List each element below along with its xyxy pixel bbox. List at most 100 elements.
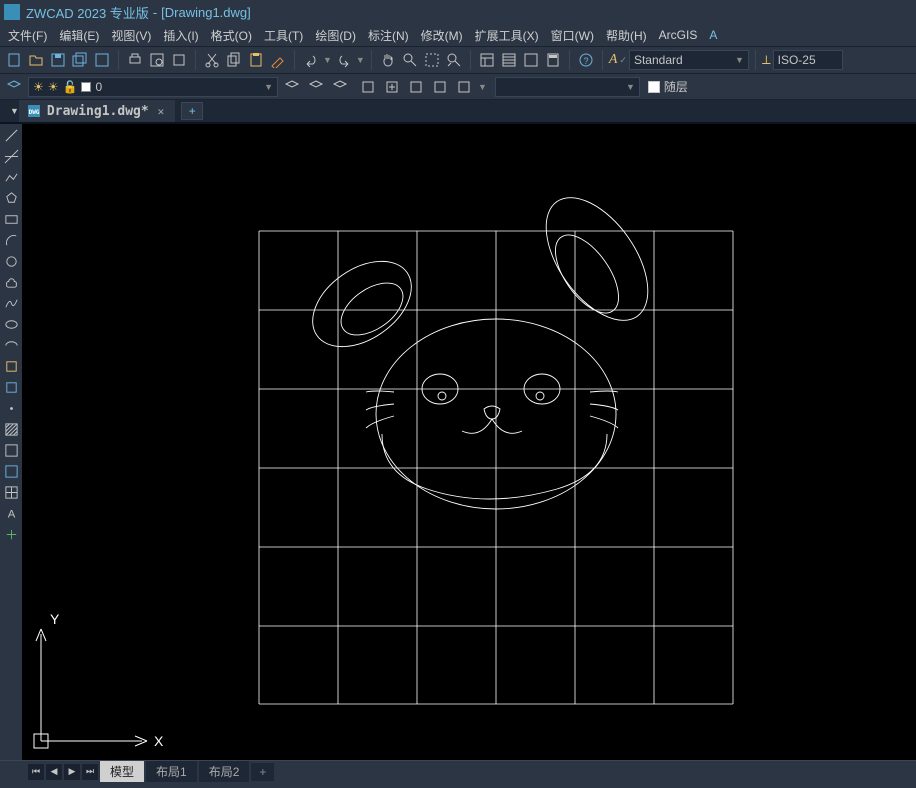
tool-palette-icon[interactable] xyxy=(521,50,541,70)
design-center-icon[interactable] xyxy=(499,50,519,70)
make-block-icon[interactable] xyxy=(2,378,20,396)
menu-tools[interactable]: 工具(T) xyxy=(258,24,309,47)
pline-icon[interactable] xyxy=(2,168,20,186)
region-icon[interactable] xyxy=(2,462,20,480)
spline-icon[interactable] xyxy=(2,294,20,312)
menu-insert[interactable]: 插入(I) xyxy=(157,24,204,47)
arc-icon[interactable] xyxy=(2,231,20,249)
new-icon[interactable] xyxy=(4,50,24,70)
polygon-icon[interactable] xyxy=(2,189,20,207)
line-icon[interactable] xyxy=(2,126,20,144)
menu-ext[interactable]: 扩展工具(X) xyxy=(469,24,545,47)
menu-modify[interactable]: 修改(M) xyxy=(415,24,469,47)
zoom-prev-icon[interactable] xyxy=(444,50,464,70)
save-icon[interactable] xyxy=(48,50,68,70)
print-preview-icon[interactable] xyxy=(147,50,167,70)
pan-icon[interactable] xyxy=(378,50,398,70)
color-select[interactable]: ▼ xyxy=(495,77,640,97)
main-area: A xyxy=(0,124,916,760)
title-bar: ZWCAD 2023 专业版 - [Drawing1.dwg] xyxy=(0,0,916,24)
layout-tab-2[interactable]: 布局2 xyxy=(199,761,250,782)
doc-tab-name: Drawing1.dwg* xyxy=(47,104,149,119)
block-insert-icon[interactable] xyxy=(358,77,378,97)
insert-block-icon[interactable] xyxy=(2,357,20,375)
dim-style-select[interactable]: ISO-25 xyxy=(773,50,843,70)
svg-text:DWG: DWG xyxy=(29,109,40,116)
draw-toolbar: A xyxy=(0,124,22,760)
menu-window[interactable]: 窗口(W) xyxy=(545,24,600,47)
layer-prev-icon[interactable] xyxy=(282,77,302,97)
menu-draw[interactable]: 绘图(D) xyxy=(309,24,362,47)
rectangle-icon[interactable] xyxy=(2,210,20,228)
color-mode[interactable]: 随层 xyxy=(664,78,688,95)
publish-icon[interactable] xyxy=(169,50,189,70)
point-icon[interactable] xyxy=(2,399,20,417)
table-icon[interactable] xyxy=(2,483,20,501)
svg-text:X: X xyxy=(154,733,164,749)
layer-iso-icon[interactable] xyxy=(330,77,350,97)
ellipse-icon[interactable] xyxy=(2,315,20,333)
doc-name: [Drawing1.dwg] xyxy=(161,5,251,20)
doc-tab-bar: ▼ DWG Drawing1.dwg* ✕ + xyxy=(0,100,916,124)
layout-first-icon[interactable]: ⏮ xyxy=(28,764,44,780)
layout-last-icon[interactable]: ⏭ xyxy=(82,764,98,780)
menu-help[interactable]: 帮助(H) xyxy=(600,24,653,47)
tab-list-icon[interactable]: ▼ xyxy=(10,106,19,116)
mtext-icon[interactable]: A xyxy=(2,504,20,522)
calc-icon[interactable] xyxy=(543,50,563,70)
svg-text:Y: Y xyxy=(50,611,60,627)
saveas-icon[interactable] xyxy=(92,50,112,70)
cut-icon[interactable] xyxy=(202,50,222,70)
tab-close-icon[interactable]: ✕ xyxy=(155,105,168,118)
saveall-icon[interactable] xyxy=(70,50,90,70)
layer-match-icon[interactable] xyxy=(306,77,326,97)
drawing-canvas[interactable]: Y X xyxy=(22,124,916,760)
block-attr-icon[interactable] xyxy=(430,77,450,97)
xline-icon[interactable] xyxy=(2,147,20,165)
properties-icon[interactable] xyxy=(477,50,497,70)
match-props-icon[interactable] xyxy=(268,50,288,70)
paste-icon[interactable] xyxy=(246,50,266,70)
layer-props-icon[interactable] xyxy=(4,77,24,97)
menu-dimension[interactable]: 标注(N) xyxy=(362,24,415,47)
xref-icon[interactable] xyxy=(454,77,474,97)
menu-file[interactable]: 文件(F) xyxy=(2,24,53,47)
ucs-icon: Y X xyxy=(34,611,164,749)
menu-arcgis[interactable]: ArcGIS xyxy=(653,25,704,45)
app-name: ZWCAD 2023 专业版 xyxy=(26,3,149,22)
layout-add-button[interactable]: + xyxy=(251,763,274,781)
block-edit-icon[interactable] xyxy=(406,77,426,97)
standard-toolbar: ▼ ▼ ? A ✓ Standard ▼ ⟂ ISO-25 xyxy=(0,46,916,74)
undo-icon[interactable] xyxy=(301,50,321,70)
zoom-realtime-icon[interactable] xyxy=(400,50,420,70)
svg-text:?: ? xyxy=(583,56,588,66)
hatch-icon[interactable] xyxy=(2,420,20,438)
layout-prev-icon[interactable]: ◀ xyxy=(46,764,62,780)
doc-tab[interactable]: DWG Drawing1.dwg* ✕ xyxy=(19,100,175,122)
layout-tab-model[interactable]: 模型 xyxy=(100,761,144,782)
zoom-window-icon[interactable] xyxy=(422,50,442,70)
redo-icon[interactable] xyxy=(334,50,354,70)
layout-bar: ⏮ ◀ ▶ ⏭ 模型 布局1 布局2 + xyxy=(0,760,916,782)
dwg-file-icon: DWG xyxy=(27,104,41,118)
tab-add-button[interactable]: + xyxy=(181,102,203,120)
gradient-icon[interactable] xyxy=(2,441,20,459)
help-icon[interactable]: ? xyxy=(576,50,596,70)
open-icon[interactable] xyxy=(26,50,46,70)
text-style-select[interactable]: Standard ▼ xyxy=(629,50,749,70)
layout-tab-1[interactable]: 布局1 xyxy=(146,761,197,782)
copy-icon[interactable] xyxy=(224,50,244,70)
layout-next-icon[interactable]: ▶ xyxy=(64,764,80,780)
menu-bar: 文件(F) 编辑(E) 视图(V) 插入(I) 格式(O) 工具(T) 绘图(D… xyxy=(0,24,916,46)
layer-select[interactable]: ☀☀ 🔓 0 ▼ xyxy=(28,77,278,97)
circle-icon[interactable] xyxy=(2,252,20,270)
block-create-icon[interactable] xyxy=(382,77,402,97)
menu-format[interactable]: 格式(O) xyxy=(205,24,258,47)
print-icon[interactable] xyxy=(125,50,145,70)
addselected-icon[interactable] xyxy=(2,525,20,543)
ellipse-arc-icon[interactable] xyxy=(2,336,20,354)
menu-view[interactable]: 视图(V) xyxy=(105,24,157,47)
dim-style-value: ISO-25 xyxy=(778,53,816,67)
menu-edit[interactable]: 编辑(E) xyxy=(53,24,105,47)
revcloud-icon[interactable] xyxy=(2,273,20,291)
